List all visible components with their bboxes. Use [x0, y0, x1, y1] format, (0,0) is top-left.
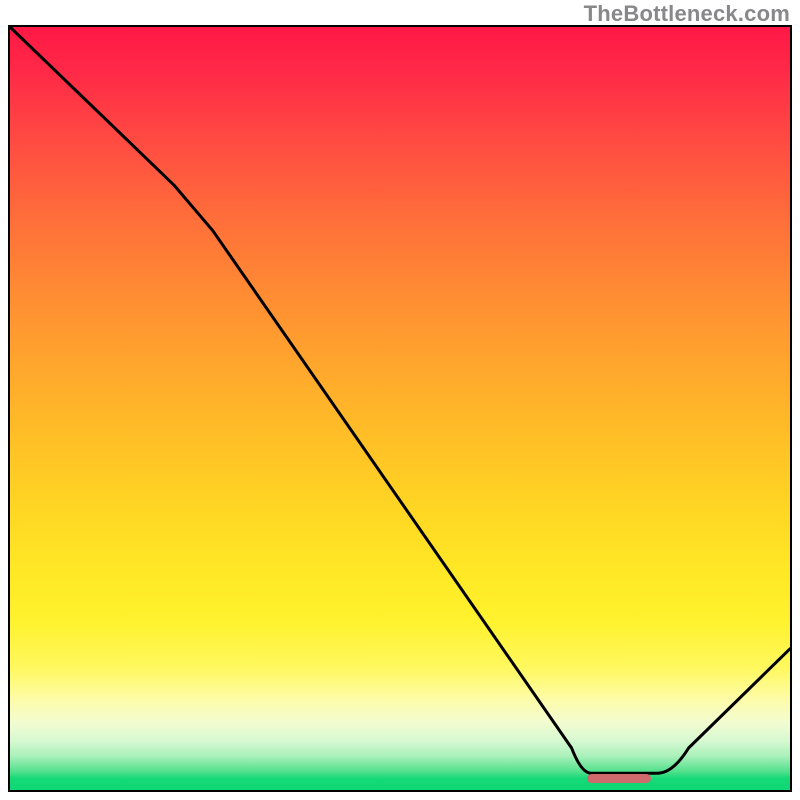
chart-frame [8, 25, 792, 792]
optimal-range-marker [587, 774, 651, 783]
bottleneck-curve [10, 27, 790, 790]
watermark-text: TheBottleneck.com [584, 1, 790, 27]
